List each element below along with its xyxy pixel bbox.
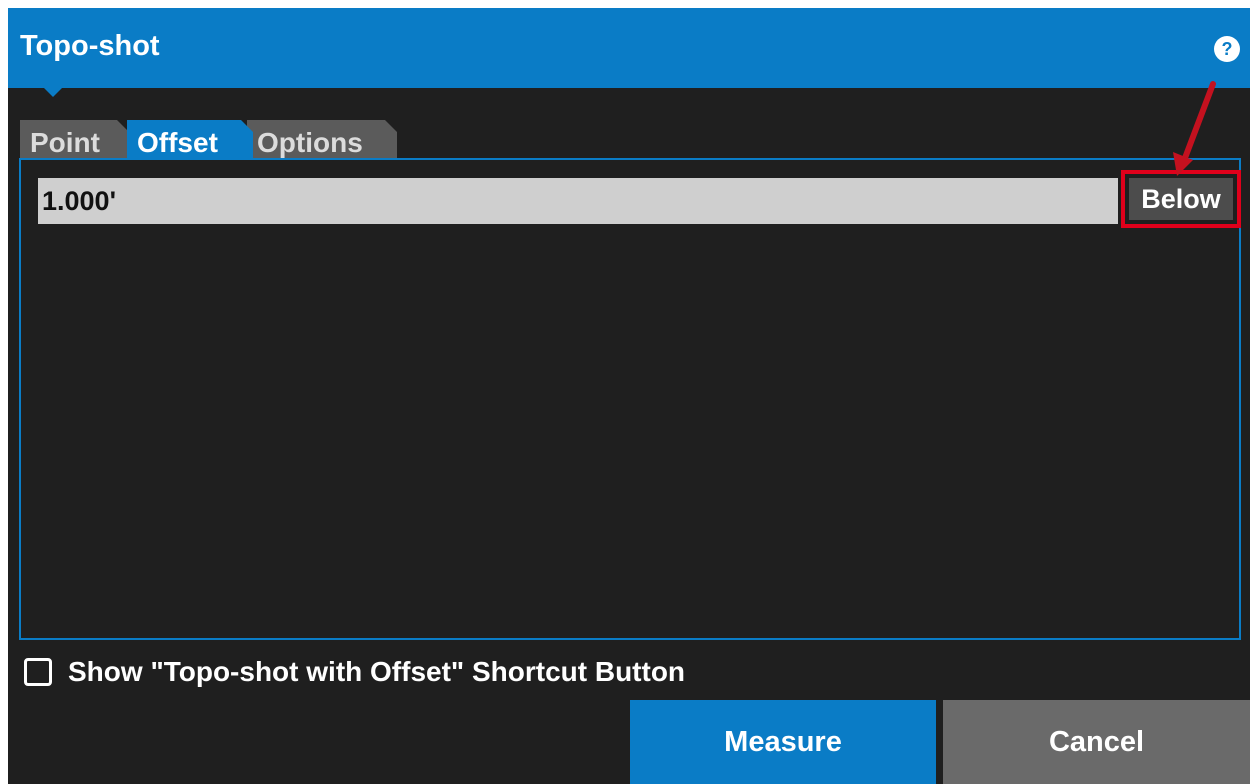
offset-panel	[19, 158, 1241, 640]
title-bar: Topo-shot ?	[8, 8, 1250, 88]
topo-shot-dialog: Topo-shot ? Options Point Offset Below S…	[8, 8, 1250, 784]
help-icon[interactable]: ?	[1214, 36, 1240, 62]
title-bar-notch	[44, 88, 62, 97]
offset-direction-button[interactable]: Below	[1129, 178, 1233, 220]
dialog-title: Topo-shot	[20, 30, 160, 62]
cancel-button[interactable]: Cancel	[943, 700, 1250, 784]
annotation-arrow-icon	[1173, 81, 1216, 176]
shortcut-checkbox-label: Show "Topo-shot with Offset" Shortcut Bu…	[68, 656, 686, 687]
measure-button[interactable]: Measure	[630, 700, 936, 784]
shortcut-checkbox[interactable]	[24, 658, 52, 686]
offset-input[interactable]	[38, 178, 1118, 224]
